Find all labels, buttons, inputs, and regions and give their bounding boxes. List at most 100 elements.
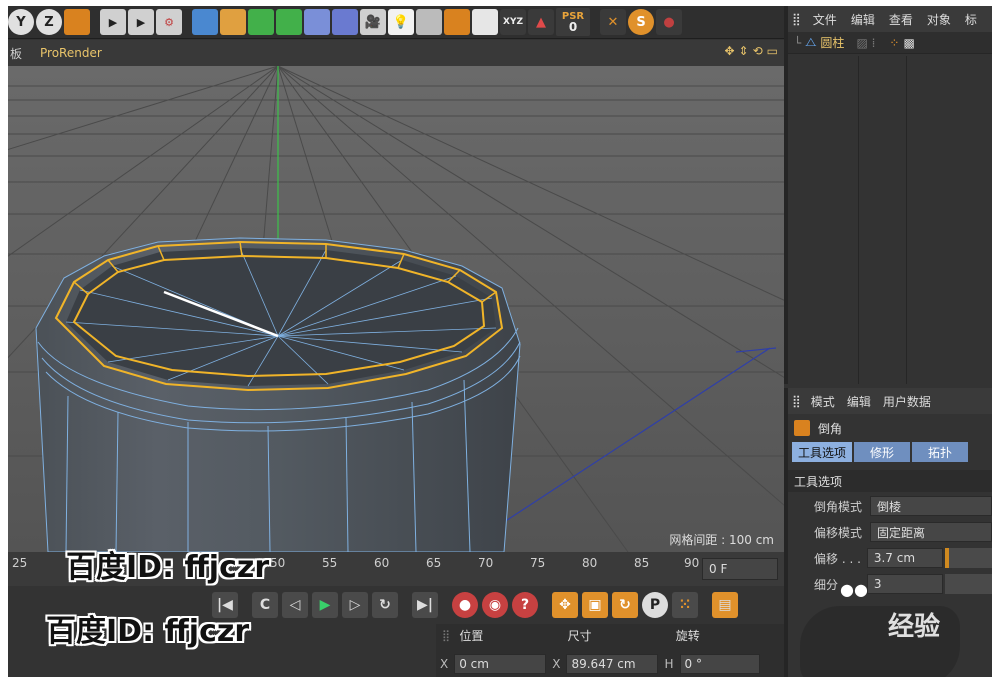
am-menu-edit[interactable]: 编辑 <box>847 393 871 410</box>
object-row-cylinder[interactable]: └ ⧍ 圆柱 ▨ ⁞ ⁘ ▩ <box>788 32 992 54</box>
cube-icon[interactable] <box>192 9 218 35</box>
rotate-view-icon[interactable]: ⟲ <box>753 44 763 58</box>
subdivision-slider[interactable] <box>944 574 992 594</box>
baidu-watermark-bottom: 百度ID: ffjczr <box>46 614 250 649</box>
move-view-icon[interactable]: ✥ <box>724 44 734 58</box>
panel-grip-icon[interactable]: ⣿ <box>436 629 459 642</box>
render-picture-button[interactable]: ▶ <box>128 9 154 35</box>
next-keyframe-icon[interactable]: ↻ <box>372 592 398 618</box>
bevel-tool-icon <box>794 420 810 436</box>
size-x-input[interactable]: 89.647 cm <box>566 654 659 674</box>
warning-icon[interactable]: ▲ <box>528 9 554 35</box>
timeline-tick-label: 65 <box>426 556 442 570</box>
pen-icon[interactable] <box>220 9 246 35</box>
header-position: 位置 <box>459 628 484 643</box>
field-offset-mode: 偏移模式 固定距离 <box>788 520 992 544</box>
offset-mode-dropdown[interactable]: 固定距离 <box>870 522 992 542</box>
current-frame-field[interactable]: 0 F <box>702 558 778 580</box>
3d-viewport[interactable]: 网格间距 : 100 cm <box>8 66 784 552</box>
viewport-menu-bar: 板 ProRender ✥ ⇕ ⟲ ▭ <box>8 40 784 66</box>
play-icon[interactable]: ▶ <box>312 592 338 618</box>
om-menu-file[interactable]: 文件 <box>813 11 837 28</box>
phong-tag-icon[interactable]: ⁘ <box>889 36 899 50</box>
lock-y-axis-button[interactable]: Y <box>8 9 34 35</box>
joint-icon[interactable] <box>416 9 442 35</box>
object-name[interactable]: 圆柱 <box>820 34 844 51</box>
viewport-menu-panel[interactable]: 板 <box>10 45 22 62</box>
autokey-icon[interactable]: ◉ <box>482 592 508 618</box>
om-menu-tag[interactable]: 标 <box>965 11 977 28</box>
keyframe-selection-icon[interactable]: ? <box>512 592 538 618</box>
field-bevel-mode: 倒角模式 倒棱 <box>788 494 992 518</box>
coordinate-system-button[interactable] <box>64 9 90 35</box>
attribute-manager-menu: ⣿ 模式 编辑 用户数据 <box>788 388 992 414</box>
key-pla-icon[interactable]: ⁙ <box>672 592 698 618</box>
om-menu-object[interactable]: 对象 <box>927 11 951 28</box>
am-menu-mode[interactable]: 模式 <box>811 393 835 410</box>
xpresso-icon[interactable] <box>472 9 498 35</box>
jingyan-watermark: 经验 <box>888 612 941 642</box>
previous-frame-icon[interactable]: ◁ <box>282 592 308 618</box>
python-icon[interactable]: ● <box>656 9 682 35</box>
main-toolbar: Y Z ▶ ▶ ⚙ 🎥 💡 XYZ ▲ PSR 0 ✕ S ● <box>8 6 784 39</box>
section-title: 工具选项 <box>788 470 992 492</box>
key-parameter-icon[interactable]: P <box>642 592 668 618</box>
deformer-icon[interactable] <box>304 9 330 35</box>
cinema4d-window: Y Z ▶ ▶ ⚙ 🎥 💡 XYZ ▲ PSR 0 ✕ S ● 板 ProRen… <box>8 6 992 677</box>
position-x-input[interactable]: 0 cm <box>454 654 547 674</box>
tree-branch-icon: └ <box>794 35 802 50</box>
timeline-tick-label: 50 <box>270 556 286 570</box>
key-position-icon[interactable]: ✥ <box>552 592 578 618</box>
zoom-view-icon[interactable]: ⇕ <box>739 44 749 58</box>
subdivision-icon[interactable] <box>248 9 274 35</box>
timeline-tick-label: 70 <box>478 556 494 570</box>
go-to-end-icon[interactable]: ▶| <box>412 592 438 618</box>
axis-xyz-icon[interactable]: XYZ <box>500 9 526 35</box>
lock-z-axis-button[interactable]: Z <box>36 9 62 35</box>
edit-render-settings-button[interactable]: ⚙ <box>156 9 182 35</box>
timeline-tick-label: 85 <box>634 556 650 570</box>
paw-icon: ●● <box>840 580 868 599</box>
subdivision-input[interactable]: 3 <box>866 574 943 594</box>
record-icon[interactable]: ● <box>452 592 478 618</box>
tag-icon[interactable] <box>444 9 470 35</box>
object-manager-menu: ⣿ 文件 编辑 查看 对象 标 <box>788 6 992 32</box>
tab-tool-options[interactable]: 工具选项 <box>792 442 853 462</box>
rotation-h-input[interactable]: 0 ° <box>679 654 760 674</box>
symmetry-icon[interactable]: ✕ <box>600 9 626 35</box>
header-rotation: 旋转 <box>675 628 700 643</box>
visibility-dots-icon[interactable]: ▨ ⁞ <box>856 36 875 50</box>
tool-title: 倒角 <box>788 414 992 442</box>
panel-grip-icon[interactable]: ⣿ <box>792 394 801 408</box>
camera-icon[interactable]: 🎥 <box>360 9 386 35</box>
viewport-menu-prorender[interactable]: ProRender <box>40 46 102 60</box>
previous-keyframe-icon[interactable]: C <box>252 592 278 618</box>
light-icon[interactable]: 💡 <box>388 9 414 35</box>
field-label: 倒角模式 <box>814 499 863 514</box>
tab-shaping[interactable]: 修形 <box>854 442 911 462</box>
bevel-mode-dropdown[interactable]: 倒棱 <box>870 496 992 516</box>
position-x-label: X <box>440 657 449 671</box>
floor-icon[interactable] <box>332 9 358 35</box>
am-menu-userdata[interactable]: 用户数据 <box>883 393 931 410</box>
toggle-view-icon[interactable]: ▭ <box>767 44 778 58</box>
key-rotation-icon[interactable]: ↻ <box>612 592 638 618</box>
texture-tag-icon[interactable]: ▩ <box>903 36 914 50</box>
film-strip-icon[interactable]: ▤ <box>712 592 738 618</box>
key-scale-icon[interactable]: ▣ <box>582 592 608 618</box>
offset-input[interactable]: 3.7 cm <box>866 548 943 568</box>
offset-slider[interactable] <box>944 548 992 568</box>
cylinder-object-icon: ⧍ <box>805 35 817 49</box>
coordinates-panel: ⣿ 位置 尺寸 旋转 X 0 cm X 89.647 cm H 0 ° <box>436 624 784 677</box>
panel-grip-icon[interactable]: ⣿ <box>792 12 801 26</box>
render-view-button[interactable]: ▶ <box>100 9 126 35</box>
tab-topology[interactable]: 拓扑 <box>912 442 969 462</box>
cloner-icon[interactable] <box>276 9 302 35</box>
next-frame-icon[interactable]: ▷ <box>342 592 368 618</box>
om-menu-view[interactable]: 查看 <box>889 11 913 28</box>
om-menu-edit[interactable]: 编辑 <box>851 11 875 28</box>
coordinates-row-x: X 0 cm X 89.647 cm H 0 ° <box>436 652 784 676</box>
snap-icon[interactable]: S <box>628 9 654 35</box>
field-offset: 偏移 . . . 3.7 cm <box>788 546 992 570</box>
object-manager-panel: ⣿ 文件 编辑 查看 对象 标 └ ⧍ 圆柱 ▨ ⁞ ⁘ ▩ <box>784 6 992 384</box>
